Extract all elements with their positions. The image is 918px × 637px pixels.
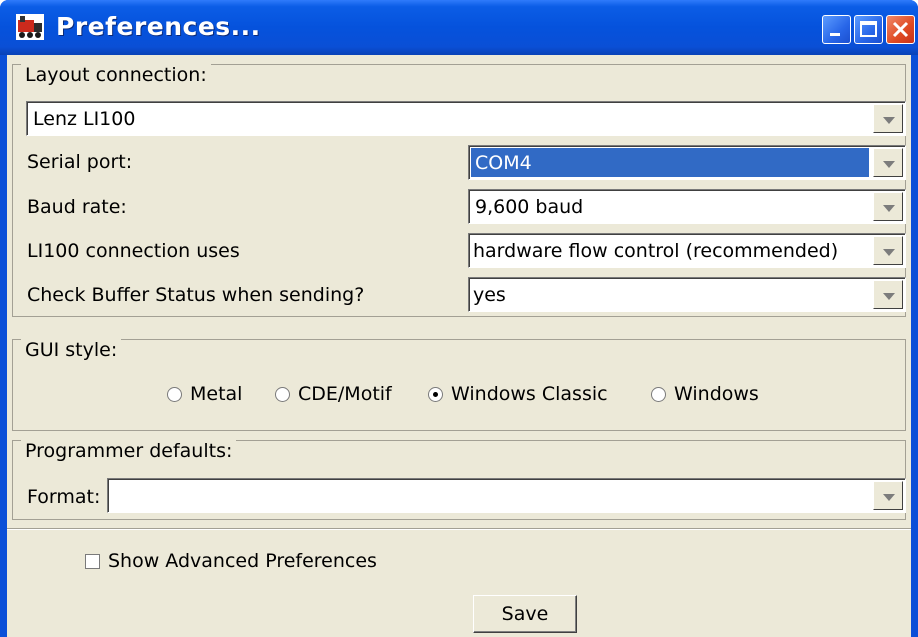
close-button[interactable] xyxy=(886,15,915,44)
window-title: Preferences... xyxy=(56,12,261,41)
minimize-button[interactable] xyxy=(822,15,851,44)
show-advanced-checkbox[interactable]: Show Advanced Preferences xyxy=(85,550,377,572)
maximize-button[interactable] xyxy=(854,15,883,44)
chevron-down-icon[interactable] xyxy=(873,148,903,177)
close-icon xyxy=(892,21,909,38)
baud-rate-value: 9,600 baud xyxy=(475,196,584,218)
train-app-icon xyxy=(16,14,44,40)
save-button[interactable]: Save xyxy=(473,595,577,633)
radio-windows[interactable]: Windows xyxy=(651,383,759,405)
radio-windows-classic-indicator[interactable] xyxy=(428,386,443,402)
gui-style-legend: GUI style: xyxy=(21,339,122,361)
radio-windows-classic-label: Windows Classic xyxy=(451,383,608,405)
radio-cde-motif[interactable]: CDE/Motif xyxy=(275,383,392,405)
chevron-down-icon[interactable] xyxy=(873,104,903,133)
chevron-down-icon[interactable] xyxy=(873,481,903,510)
radio-windows-classic[interactable]: Windows Classic xyxy=(428,383,608,405)
title-bar[interactable]: Preferences... xyxy=(0,0,918,55)
dialog-body: Layout connection: Lenz LI100 Serial por… xyxy=(7,55,911,637)
radio-windows-indicator[interactable] xyxy=(651,386,666,402)
connection-uses-label: LI100 connection uses xyxy=(27,240,240,262)
programmer-defaults-legend: Programmer defaults: xyxy=(21,440,237,462)
maximize-icon xyxy=(860,21,877,37)
checkbox-box[interactable] xyxy=(85,553,100,569)
baud-rate-select[interactable]: 9,600 baud xyxy=(468,189,906,224)
connection-uses-select[interactable]: hardware flow control (recommended) xyxy=(468,233,906,268)
format-select[interactable] xyxy=(107,478,906,513)
radio-cde-motif-indicator[interactable] xyxy=(275,386,290,402)
system-value: Lenz LI100 xyxy=(33,108,136,130)
chevron-down-icon[interactable] xyxy=(873,192,903,221)
radio-metal-label: Metal xyxy=(190,383,243,405)
radio-cde-motif-label: CDE/Motif xyxy=(298,383,392,405)
connection-uses-value: hardware flow control (recommended) xyxy=(473,240,839,262)
check-buffer-select[interactable]: yes xyxy=(468,277,906,312)
preferences-window: Preferences... Layout connection: Lenz L… xyxy=(0,0,918,637)
separator xyxy=(7,528,911,530)
serial-port-select[interactable]: COM4 xyxy=(468,145,906,180)
check-buffer-label: Check Buffer Status when sending? xyxy=(27,284,365,306)
radio-windows-label: Windows xyxy=(674,383,759,405)
radio-metal[interactable]: Metal xyxy=(167,383,242,405)
radio-metal-indicator[interactable] xyxy=(167,386,182,402)
system-select[interactable]: Lenz LI100 xyxy=(26,101,906,136)
chevron-down-icon[interactable] xyxy=(873,280,903,309)
check-buffer-value: yes xyxy=(473,284,506,306)
baud-rate-label: Baud rate: xyxy=(27,196,127,218)
layout-connection-legend: Layout connection: xyxy=(21,64,211,86)
serial-port-value: COM4 xyxy=(471,148,869,177)
serial-port-label: Serial port: xyxy=(27,151,133,173)
format-label: Format: xyxy=(27,486,101,508)
minimize-icon xyxy=(830,33,840,36)
show-advanced-label: Show Advanced Preferences xyxy=(108,550,377,572)
chevron-down-icon[interactable] xyxy=(873,236,903,265)
